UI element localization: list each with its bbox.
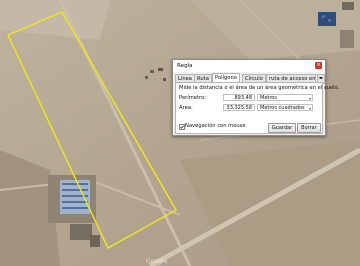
building (342, 2, 354, 10)
structure (163, 78, 166, 81)
building (328, 19, 331, 22)
area-unit-value: Metros cuadrados (260, 105, 305, 111)
dialog-titlebar[interactable]: Regla × (173, 60, 325, 72)
area-label: Área: (179, 105, 193, 111)
building (90, 235, 100, 247)
chevron-down-icon: ▾ (308, 96, 311, 101)
close-icon[interactable]: × (315, 62, 322, 69)
perimeter-value: 893.48 (223, 94, 255, 101)
warehouse-roof (60, 180, 90, 214)
ruler-dialog: Regla × Línea Ruta Polígono Círculo ruta… (172, 59, 339, 136)
perimeter-unit-select[interactable]: Metros ▾ (257, 94, 313, 101)
building (340, 30, 354, 48)
area-unit-select[interactable]: Metros cuadrados ▾ (257, 104, 313, 111)
perimeter-unit-value: Metros (260, 95, 277, 101)
structure (150, 70, 154, 73)
structure (158, 68, 163, 71)
google-watermark: Google (146, 258, 167, 265)
checkmark-icon (180, 125, 184, 129)
save-button[interactable]: Guardar (268, 123, 296, 133)
building (70, 224, 92, 240)
dialog-title: Regla (177, 63, 193, 69)
structure (145, 76, 148, 79)
mouse-navigation-label: Navegación con mouse (185, 123, 246, 129)
clear-button[interactable]: Borrar (297, 123, 321, 133)
area-value: 33,325.58 (223, 104, 255, 111)
perimeter-label: Perímetro: (179, 95, 206, 101)
chevron-down-icon: ▾ (308, 106, 311, 111)
description-text: Mide la distancia o el área de un área g… (179, 85, 340, 91)
polygon-panel: Mide la distancia o el área de un área g… (175, 82, 339, 134)
building (322, 15, 325, 18)
building (318, 12, 336, 26)
